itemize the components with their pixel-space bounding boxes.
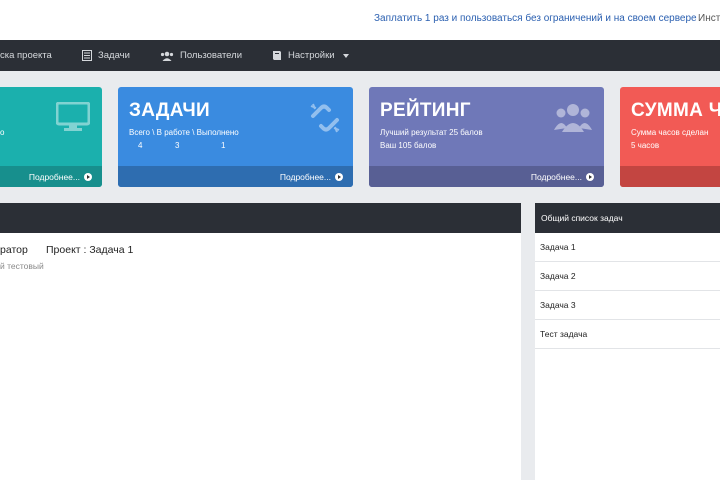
nav-item-project[interactable]: ска проекта — [0, 40, 52, 71]
card-sub: Сумма часов сделан — [631, 128, 709, 137]
entry-project[interactable]: Проект : Задача 1 — [46, 244, 133, 256]
entry-role: ратор — [0, 244, 28, 256]
nav-item-label: ска проекта — [0, 50, 52, 61]
more-label: Подробнее... — [530, 172, 582, 182]
nav-item-users[interactable]: Пользователи — [160, 40, 242, 71]
nav-item-label: Задачи — [98, 50, 130, 61]
nav-item-label: Пользователи — [180, 50, 243, 61]
instructions-link[interactable]: Инст — [698, 13, 720, 24]
link-broken-icon — [309, 102, 341, 139]
card-footer — [620, 166, 720, 187]
list-icon — [82, 50, 92, 61]
card-sub2: Ваш 105 балов — [380, 141, 437, 150]
card-rating: РЕЙТИНГ Лучший результат 25 балов Ваш 10… — [369, 87, 604, 187]
card-more-link[interactable]: Подробнее... — [531, 172, 594, 182]
card-title: РЕЙТИНГ — [380, 100, 471, 121]
card-count-total: 4 — [138, 141, 143, 150]
panel-header — [0, 203, 521, 233]
promo-link[interactable]: Заплатить 1 раз и пользоваться без огран… — [374, 13, 697, 24]
card-sub: о — [0, 128, 5, 137]
task-list-item[interactable]: Задача 1 — [535, 233, 720, 262]
top-bar: Заплатить 1 раз и пользоваться без огран… — [0, 0, 720, 40]
more-label: Подробнее... — [28, 172, 80, 182]
chevron-down-icon — [342, 53, 349, 58]
nav-item-label: Настройки — [288, 50, 335, 61]
card-count-done: 1 — [221, 141, 226, 150]
task-list-header: Общий список задач — [535, 203, 720, 233]
monitor-icon — [55, 101, 91, 137]
task-list-panel: Общий список задач Задача 1 Задача 2 Зад… — [535, 203, 720, 480]
card-count-in-progress: 3 — [175, 141, 180, 150]
card-title: ЗАДАЧИ — [129, 100, 210, 121]
users-icon — [554, 102, 592, 137]
card-sub2: 5 часов — [631, 141, 660, 150]
task-list-item[interactable]: Задача 2 — [535, 262, 720, 291]
more-label: Подробнее... — [279, 172, 331, 182]
book-icon — [272, 50, 282, 61]
card-more-link[interactable]: Подробнее... — [280, 172, 343, 182]
main-navbar: ска проекта Задачи Пользователи Настройк… — [0, 40, 720, 71]
card-tasks: ЗАДАЧИ Всего \ В работе \ Выполнено 4 3 … — [118, 87, 353, 187]
card-sub: Лучший результат 25 балов — [380, 128, 483, 137]
card-title: СУММА ЧА — [631, 100, 720, 121]
task-list-item[interactable]: Тест задача — [535, 320, 720, 349]
arrow-circle-icon — [335, 173, 343, 181]
arrow-circle-icon — [84, 173, 92, 181]
card-sub: Всего \ В работе \ Выполнено — [129, 128, 239, 137]
card-project: о Подробнее... — [0, 87, 102, 187]
task-list-item[interactable]: Задача 3 — [535, 291, 720, 320]
card-hours: СУММА ЧА Сумма часов сделан 5 часов — [620, 87, 720, 187]
entry-description: й тестовый — [0, 261, 44, 271]
nav-item-settings[interactable]: Настройки — [272, 40, 349, 71]
users-icon — [160, 51, 174, 61]
arrow-circle-icon — [586, 173, 594, 181]
card-more-link[interactable]: Подробнее... — [29, 172, 92, 182]
nav-item-tasks[interactable]: Задачи — [82, 40, 130, 71]
